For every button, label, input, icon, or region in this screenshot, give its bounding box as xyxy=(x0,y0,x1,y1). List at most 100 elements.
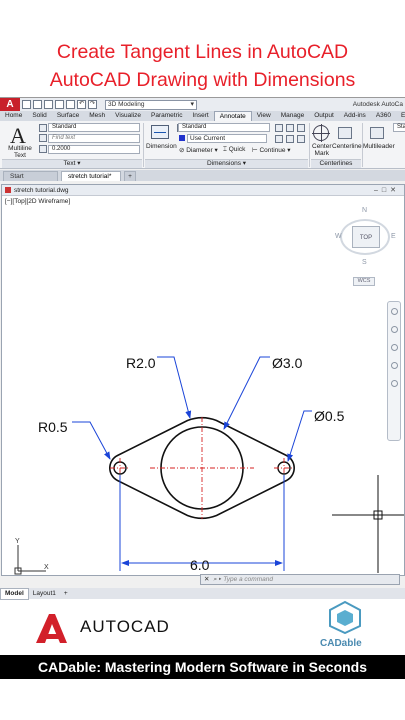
dim-tool-icon-3[interactable] xyxy=(297,124,305,132)
tab-home[interactable]: Home xyxy=(0,111,27,121)
center-mark-button[interactable]: Center Mark xyxy=(312,143,332,157)
navigation-bar xyxy=(387,301,401,441)
app-title: Autodesk AutoCa xyxy=(352,101,403,108)
text-panel-footer[interactable]: Text ▾ xyxy=(2,159,142,168)
tab-insert[interactable]: Insert xyxy=(187,111,213,121)
dim-label-length[interactable]: 6.0 xyxy=(190,557,210,573)
showmotion-icon[interactable] xyxy=(391,380,398,387)
orbit-icon[interactable] xyxy=(391,362,398,369)
centerline-button[interactable]: Centerline xyxy=(332,143,362,150)
center-mark-icon[interactable] xyxy=(312,124,330,142)
tab-surface[interactable]: Surface xyxy=(52,111,84,121)
tab-visualize[interactable]: Visualize xyxy=(110,111,146,121)
autocad-window: A ↶ ↷ 3D Modeling Autodesk AutoCa Home S… xyxy=(0,97,405,600)
redo-icon[interactable]: ↷ xyxy=(88,100,97,109)
close-icon[interactable]: ✕ xyxy=(204,576,209,583)
find-text-icon xyxy=(39,134,47,142)
add-layout-button[interactable]: + xyxy=(60,589,72,599)
application-menu-button[interactable]: A xyxy=(0,98,20,111)
dim-tool-icon-4[interactable] xyxy=(275,135,283,143)
dimensions xyxy=(72,356,312,571)
center-mark-label-2: Mark xyxy=(314,150,329,157)
new-file-icon[interactable] xyxy=(22,100,31,109)
compass-south[interactable]: S xyxy=(362,259,367,266)
center-mark-label-1: Center xyxy=(312,143,332,150)
find-text-input[interactable]: Find text xyxy=(48,134,140,143)
dim-label-r05[interactable]: R0.5 xyxy=(38,419,68,435)
center-lines xyxy=(110,417,294,519)
diameter-label: Diameter ▾ xyxy=(186,147,218,154)
tab-layout1[interactable]: Layout1 xyxy=(29,589,60,599)
centerline-icon[interactable] xyxy=(338,127,352,139)
screen: Create Tangent Lines in AutoCAD AutoCAD … xyxy=(0,0,405,720)
continue-dim-label: Continue ▾ xyxy=(259,147,291,154)
tab-a360[interactable]: A360 xyxy=(371,111,396,121)
pan-icon[interactable] xyxy=(391,326,398,333)
workspace-select[interactable]: 3D Modeling xyxy=(105,99,197,110)
text-style-icon xyxy=(39,124,47,132)
dim-tool-icon-1[interactable] xyxy=(275,124,283,132)
tab-addins[interactable]: Add-ins xyxy=(339,111,371,121)
dim-tool-icon-5[interactable] xyxy=(286,135,294,143)
headline-line-1: Create Tangent Lines in AutoCAD xyxy=(56,41,349,63)
cadable-logo-icon xyxy=(329,600,361,634)
tab-output[interactable]: Output xyxy=(309,111,339,121)
quick-dim-button[interactable]: ⌶ Quick xyxy=(223,146,245,154)
tab-parametric[interactable]: Parametric xyxy=(146,111,187,121)
text-height-icon xyxy=(39,145,47,153)
continue-dim-button[interactable]: ⊢ Continue ▾ xyxy=(252,146,291,154)
dim-layer-select[interactable]: Use Current xyxy=(179,134,267,143)
command-input[interactable]: Type a command xyxy=(223,576,273,583)
tab-view[interactable]: View xyxy=(252,111,276,121)
new-tab-button[interactable]: + xyxy=(124,171,136,181)
compass-west[interactable]: W xyxy=(335,233,342,240)
compass-north[interactable]: N xyxy=(362,207,367,214)
ribbon-panel: A Multiline Text Standard Find text 0.20… xyxy=(0,121,405,169)
multiline-text-button[interactable]: Multiline Text xyxy=(4,145,36,159)
crosshair-cursor xyxy=(332,475,404,573)
centerlines-panel-footer[interactable]: Centerlines xyxy=(311,159,361,168)
quick-access-toolbar: A ↶ ↷ 3D Modeling Autodesk AutoCa xyxy=(0,98,405,111)
file-tab-active[interactable]: stretch tutorial* xyxy=(61,171,121,181)
tab-mesh[interactable]: Mesh xyxy=(84,111,110,121)
dimension-icon[interactable] xyxy=(151,125,169,139)
viewcube-top-face[interactable]: TOP xyxy=(352,226,380,248)
tab-manage[interactable]: Manage xyxy=(276,111,310,121)
compass-east[interactable]: E xyxy=(391,233,396,240)
plot-icon[interactable] xyxy=(66,100,75,109)
tab-solid[interactable]: Solid xyxy=(27,111,51,121)
diameter-button[interactable]: ⊘ Diameter ▾ xyxy=(179,146,218,154)
undo-icon[interactable]: ↶ xyxy=(77,100,86,109)
steering-wheel-icon[interactable] xyxy=(391,308,398,315)
command-line[interactable]: ✕ ⌕ ▸ Type a command xyxy=(200,574,400,585)
open-file-icon[interactable] xyxy=(33,100,42,109)
wcs-menu[interactable]: WCS xyxy=(353,277,375,286)
dim-label-d3[interactable]: Ø3.0 xyxy=(272,355,303,371)
file-tabs: Start stretch tutorial* + xyxy=(0,170,405,181)
layout-tabs: Model Layout1 + xyxy=(0,587,405,600)
dim-tool-icon-6[interactable] xyxy=(297,135,305,143)
tagline-bar: CADable: Mastering Modern Software in Se… xyxy=(0,655,405,679)
dim-tool-icon-2[interactable] xyxy=(286,124,294,132)
dim-label-d05[interactable]: Ø0.5 xyxy=(314,408,345,424)
multileader-button[interactable]: Multileader xyxy=(363,143,395,150)
text-style-select[interactable]: Standard xyxy=(48,123,140,132)
tab-express[interactable]: Express xyxy=(396,111,405,121)
dim-layer-value: Use Current xyxy=(187,134,267,143)
multileader-icon[interactable] xyxy=(370,127,384,139)
dimensions-panel-footer[interactable]: Dimensions ▾ xyxy=(145,159,308,168)
zoom-icon[interactable] xyxy=(391,344,398,351)
dim-style-select[interactable]: Standard xyxy=(178,123,270,132)
command-icon: ⌕ ▸ xyxy=(213,576,224,583)
dimension-button[interactable]: Dimension xyxy=(146,143,177,150)
save-icon[interactable] xyxy=(44,100,53,109)
text-height-input[interactable]: 0.2000 xyxy=(48,145,140,154)
autocad-logo-icon xyxy=(36,614,67,643)
save-as-icon[interactable] xyxy=(55,100,64,109)
file-tab-start[interactable]: Start xyxy=(3,171,58,181)
leader-style-select[interactable]: Stan xyxy=(393,123,405,132)
tab-annotate[interactable]: Annotate xyxy=(213,111,252,121)
tab-model[interactable]: Model xyxy=(0,587,29,600)
drawing-window[interactable]: stretch tutorial.dwg –□✕ [−][Top][2D Wir… xyxy=(1,184,405,576)
dim-label-r2[interactable]: R2.0 xyxy=(126,355,156,371)
